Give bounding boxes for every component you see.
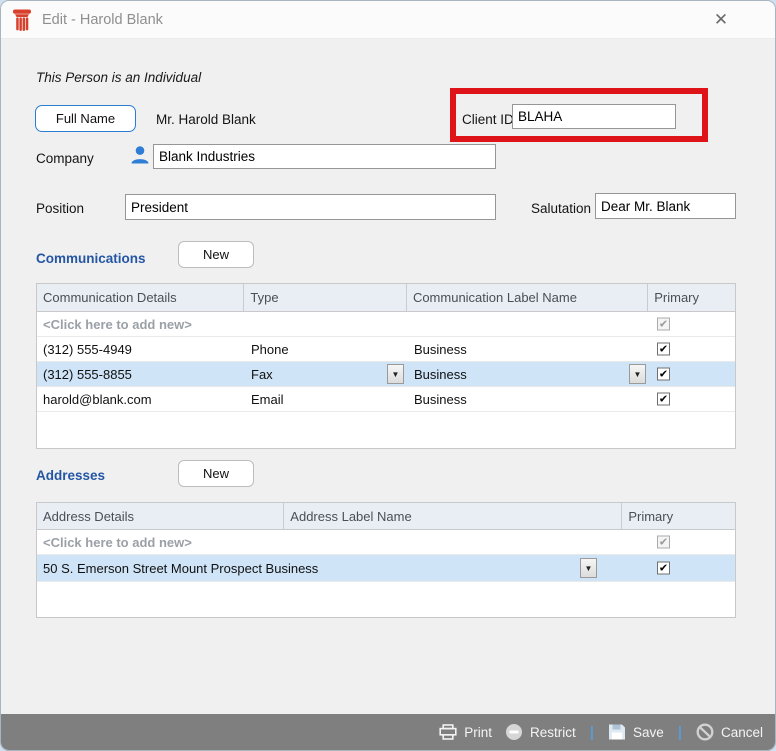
person-icon <box>131 146 149 164</box>
address-dropdown-icon[interactable]: ▼ <box>580 558 597 578</box>
primary-checkbox[interactable]: ✔ <box>657 561 670 575</box>
communication-row-phone[interactable]: (312) 555-4949 Phone Business ✔ <box>37 337 735 362</box>
title-bar: Edit - Harold Blank ✕ <box>1 1 775 39</box>
communications-header-row: Communication Details Type Communication… <box>37 284 735 312</box>
restrict-label: Restrict <box>530 724 576 740</box>
print-label: Print <box>464 724 493 740</box>
print-button[interactable]: Print <box>439 724 492 740</box>
full-name-button[interactable]: Full Name <box>35 105 136 132</box>
company-input[interactable] <box>153 144 496 169</box>
type-dropdown-icon[interactable]: ▼ <box>387 364 404 384</box>
client-id-label: Client ID <box>462 112 514 127</box>
primary-checkbox[interactable]: ✔ <box>657 392 670 406</box>
toolbar-separator: | <box>677 723 682 741</box>
cancel-icon <box>696 723 714 741</box>
communication-row-email[interactable]: harold@blank.com Email Business ✔ <box>37 387 735 412</box>
col-primary: Primary <box>654 290 700 305</box>
communication-label: Business <box>414 366 467 382</box>
position-label: Position <box>36 201 85 216</box>
app-pillar-icon <box>13 9 31 31</box>
communication-type: Email <box>251 391 284 407</box>
primary-checkbox-disabled: ✔ <box>657 535 670 549</box>
cancel-button[interactable]: Cancel <box>696 723 763 741</box>
addresses-add-new-row[interactable]: <Click here to add new> ✔ <box>37 530 735 555</box>
communication-row-fax-selected[interactable]: (312) 555-8855 Fax Business ▼ ▼ ✔ <box>37 362 735 387</box>
communication-details: (312) 555-4949 <box>43 341 132 357</box>
col-address-details: Address Details <box>37 503 285 529</box>
addresses-new-button[interactable]: New <box>178 460 254 487</box>
label-dropdown-icon[interactable]: ▼ <box>629 364 646 384</box>
salutation-input[interactable] <box>595 193 736 219</box>
edit-person-dialog: Edit - Harold Blank ✕ This Person is an … <box>0 0 776 751</box>
restrict-icon <box>506 724 523 740</box>
add-new-link[interactable]: <Click here to add new> <box>37 317 650 332</box>
communications-new-button[interactable]: New <box>178 241 254 268</box>
col-communication-details: Communication Details <box>37 284 245 311</box>
company-label: Company <box>36 151 94 166</box>
save-label: Save <box>632 724 664 740</box>
addresses-table: Address Details Address Label Name Prima… <box>36 502 736 618</box>
add-new-link[interactable]: <Click here to add new> <box>37 535 624 550</box>
col-address-label-name: Address Label Name <box>284 503 623 529</box>
cancel-label: Cancel <box>720 724 763 740</box>
toolbar-separator: | <box>589 723 594 741</box>
individual-note: This Person is an Individual <box>36 70 202 85</box>
communications-add-new-row[interactable]: <Click here to add new> ✔ <box>37 312 735 337</box>
communication-details: (312) 555-8855 <box>43 366 132 382</box>
addresses-header-row: Address Details Address Label Name Prima… <box>37 503 735 530</box>
communication-type: Fax <box>251 366 273 382</box>
print-icon <box>439 724 457 740</box>
communications-title: Communications <box>36 251 146 266</box>
communication-type: Phone <box>251 341 289 357</box>
communication-label: Business <box>414 341 467 357</box>
communications-table: Communication Details Type Communication… <box>36 283 736 449</box>
restrict-button[interactable]: Restrict <box>505 723 576 741</box>
communication-details: harold@blank.com <box>43 391 152 407</box>
bottom-toolbar: Print Restrict | Save | Cancel <box>1 714 775 750</box>
primary-checkbox[interactable]: ✔ <box>657 367 670 381</box>
addresses-title: Addresses <box>36 468 106 483</box>
primary-checkbox-disabled: ✔ <box>657 317 670 331</box>
primary-checkbox[interactable]: ✔ <box>657 342 670 356</box>
position-input[interactable] <box>125 194 496 220</box>
close-icon[interactable]: ✕ <box>705 6 737 34</box>
communication-label: Business <box>414 391 467 407</box>
client-id-input[interactable] <box>512 104 676 129</box>
address-row-selected[interactable]: 50 S. Emerson Street Mount Prospect Busi… <box>37 555 735 582</box>
full-name-value: Mr. Harold Blank <box>156 112 256 127</box>
col-communication-label-name: Communication Label Name <box>407 284 649 311</box>
col-primary: Primary <box>628 508 674 524</box>
save-icon <box>608 724 625 740</box>
window-title: Edit - Harold Blank <box>42 11 163 28</box>
col-type: Type <box>244 284 407 311</box>
salutation-label: Salutation <box>531 201 592 216</box>
address-details: 50 S. Emerson Street Mount Prospect Busi… <box>43 560 319 576</box>
save-button[interactable]: Save <box>608 723 664 741</box>
